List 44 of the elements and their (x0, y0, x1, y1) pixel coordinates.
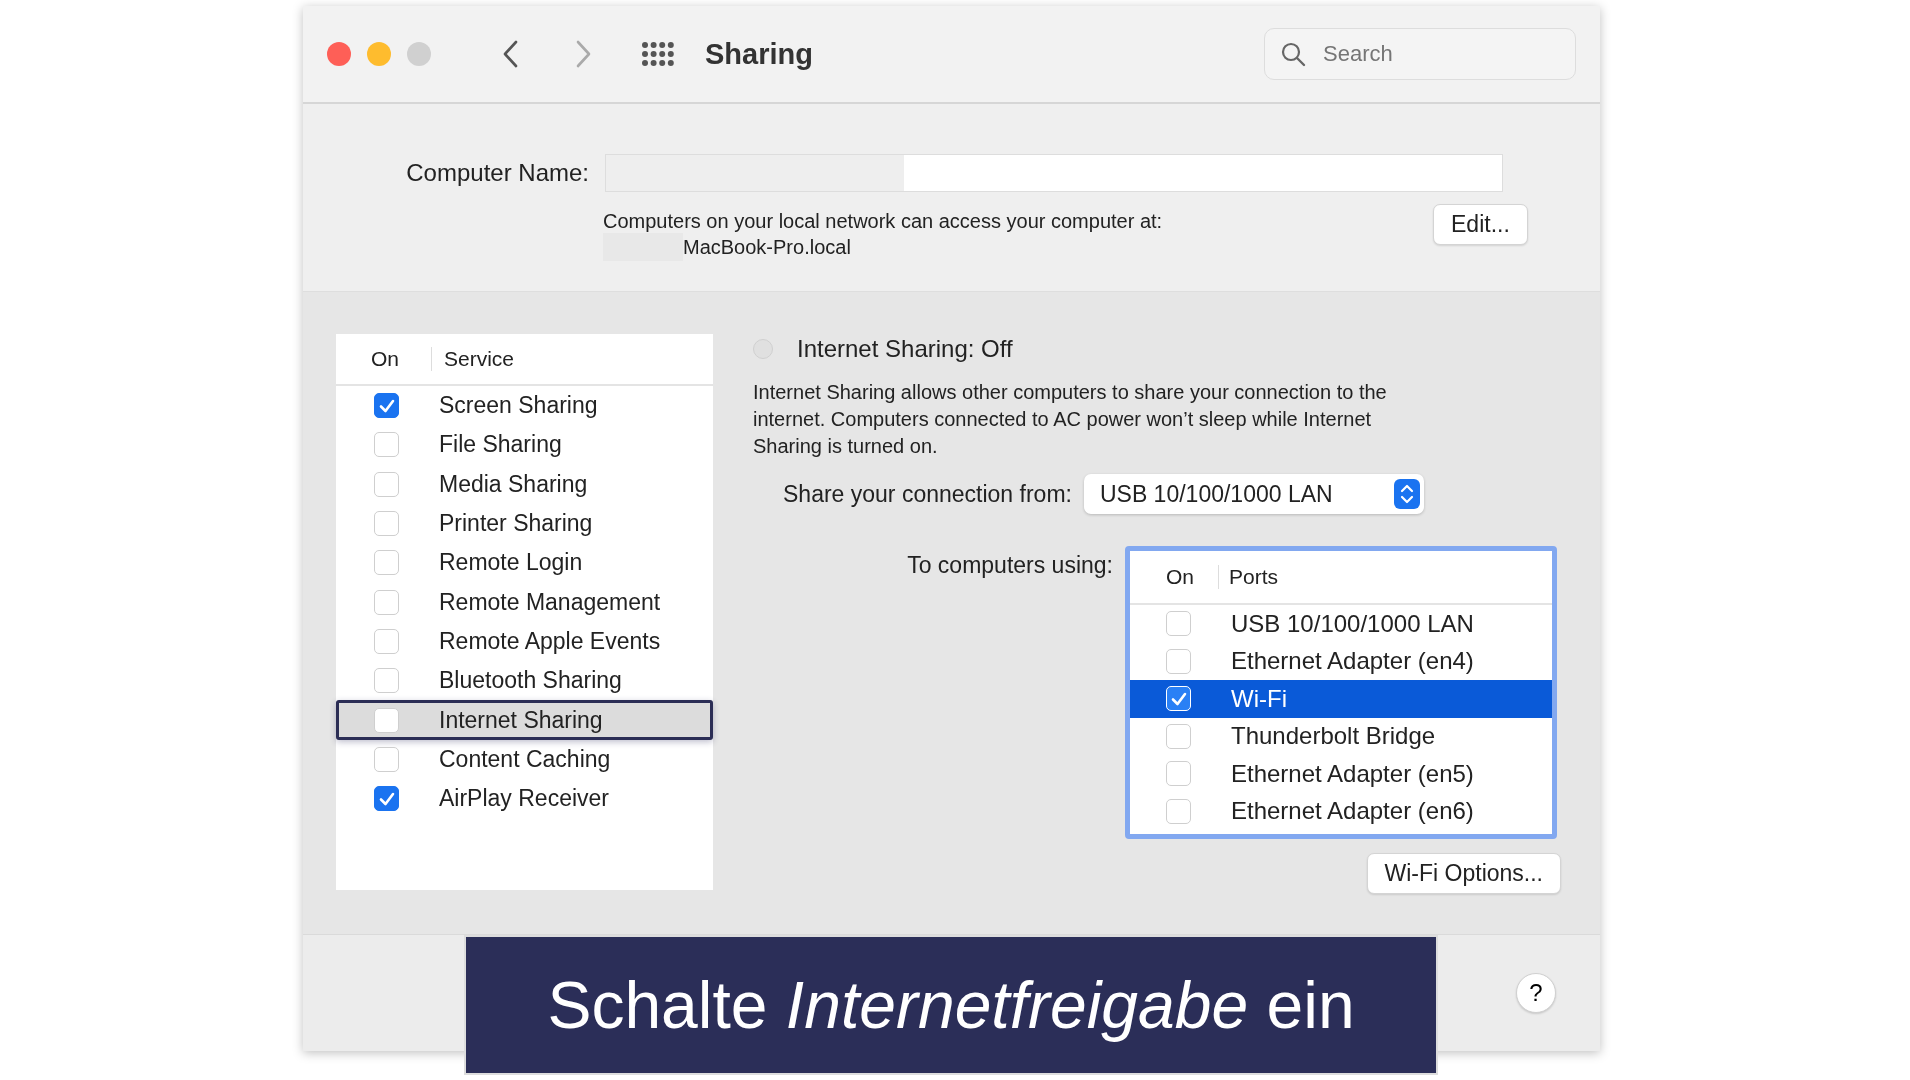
column-header: Ports (1228, 565, 1278, 589)
service-row[interactable]: Screen Sharing (336, 386, 713, 426)
stepper-icon (1393, 479, 1420, 509)
service-row[interactable]: Content Caching (336, 739, 713, 779)
window-title: Sharing (705, 37, 813, 71)
edit-button[interactable]: Edit... (1433, 204, 1528, 245)
search-icon (1280, 41, 1306, 67)
minimize-button[interactable] (367, 42, 391, 66)
service-row[interactable]: Printer Sharing (336, 503, 713, 544)
help-button[interactable]: ? (1516, 973, 1556, 1013)
close-button[interactable] (327, 42, 351, 66)
column-header: On (336, 347, 432, 371)
port-row[interactable]: USB 10/100/1000 LAN (1130, 605, 1552, 643)
port-row[interactable]: Ethernet Adapter (en4) (1130, 642, 1552, 680)
service-row[interactable]: Remote Management (336, 582, 713, 622)
checkbox[interactable] (374, 786, 399, 812)
service-row[interactable]: File Sharing (336, 425, 713, 465)
service-row[interactable]: AirPlay Receiver (336, 778, 713, 819)
description-text: Internet Sharing allows other computers to share your connection to the internet. Computers connected to AC power won’t sleep while Internet Sharing is turned on. (753, 380, 1388, 459)
port-row[interactable]: Ethernet Adapter (en6) (1130, 792, 1552, 830)
caption-banner: Schalte Internetfreigabe ein (464, 935, 1438, 1075)
computer-name-label: Computer Name: (405, 159, 590, 187)
port-row[interactable]: Ethernet Adapter (en5) (1130, 755, 1552, 793)
checkbox[interactable] (374, 393, 399, 419)
wifi-options-button[interactable]: Wi-Fi Options... (1366, 853, 1561, 894)
status-label: Internet Sharing: Off (797, 335, 1013, 363)
service-row[interactable]: Remote Apple Events (336, 621, 713, 662)
grid-icon[interactable] (641, 41, 675, 67)
service-row[interactable]: Media Sharing (336, 464, 713, 504)
network-note: Computers on your local network can access your computer at: (603, 210, 1164, 233)
column-header: On (1130, 565, 1219, 589)
service-row[interactable]: Bluetooth Sharing (336, 661, 713, 701)
to-computers-label: To computers using: (906, 552, 1114, 579)
port-row[interactable]: Wi-Fi (1130, 680, 1552, 718)
port-row[interactable]: Thunderbolt Bridge (1130, 717, 1552, 755)
network-address: MacBook-Pro.local (683, 235, 851, 259)
zoom-button[interactable] (407, 42, 431, 66)
service-row[interactable]: Remote Login (336, 543, 713, 583)
service-row[interactable]: Internet Sharing (336, 700, 713, 740)
connection-dropdown[interactable]: USB 10/100/1000 LAN (1083, 474, 1424, 514)
column-header: Service (443, 347, 515, 371)
share-from-label: Share your connection from: (783, 480, 1072, 508)
search-field[interactable]: Search (1264, 28, 1576, 80)
computer-name-field[interactable] (605, 154, 1503, 192)
